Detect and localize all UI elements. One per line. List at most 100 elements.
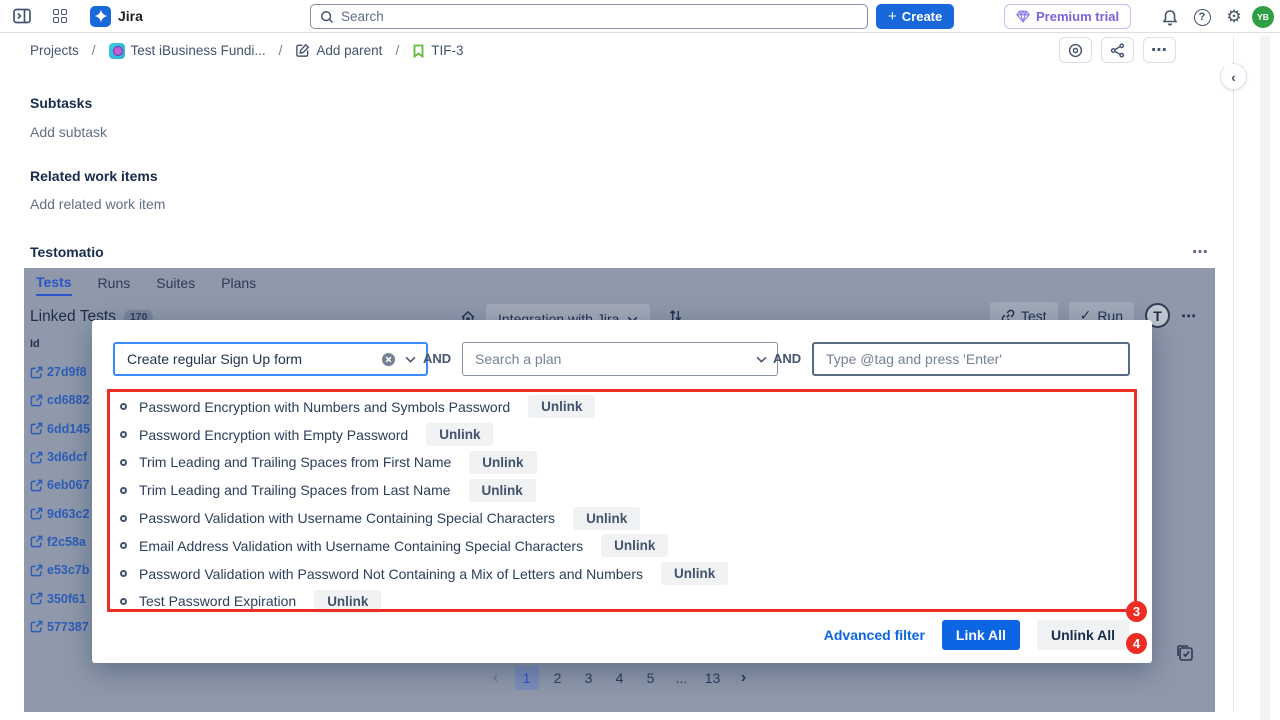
project-avatar-icon — [109, 43, 125, 59]
widget-more-icon[interactable]: ⋯ — [1181, 307, 1197, 325]
test-id-link[interactable]: 6eb067 — [47, 478, 89, 492]
tab-runs[interactable]: Runs — [98, 275, 131, 295]
test-id-link[interactable]: e53c7b — [47, 563, 89, 577]
test-bullet-icon — [120, 487, 127, 494]
more-actions-icon[interactable]: ⋯ — [1143, 37, 1176, 63]
unlink-button[interactable]: Unlink — [573, 507, 640, 530]
external-link-icon — [30, 394, 43, 407]
add-related-link[interactable]: Add related work item — [30, 196, 165, 212]
jira-app-window: Jira Search + Create Premium trial — [0, 0, 1280, 720]
expand-panel-chevron-icon[interactable]: ‹ — [1221, 64, 1246, 89]
pagination-next-icon[interactable]: › — [732, 666, 756, 690]
multi-select-icon[interactable] — [1176, 644, 1194, 667]
page-scrollbar[interactable] — [1260, 36, 1270, 720]
test-id-link[interactable]: 350f61 — [47, 592, 86, 606]
create-button[interactable]: + Create — [876, 4, 954, 29]
test-bullet-icon — [120, 431, 127, 438]
linked-test-list: Password Encryption with Numbers and Sym… — [120, 393, 1120, 615]
breadcrumb: Projects / Test iBusiness Fundi... / Add… — [0, 34, 1232, 67]
unlink-button[interactable]: Unlink — [528, 395, 595, 418]
chevron-down-icon[interactable] — [756, 356, 767, 363]
user-avatar[interactable]: YB — [1252, 6, 1274, 28]
advanced-filter-link[interactable]: Advanced filter — [824, 627, 925, 643]
test-id-link[interactable]: cd6882 — [47, 393, 89, 407]
breadcrumb-projects[interactable]: Projects — [30, 43, 79, 58]
unlink-button[interactable]: Unlink — [601, 534, 668, 557]
pagination-page-3[interactable]: 3 — [577, 666, 601, 690]
jira-brand[interactable]: Jira — [90, 6, 143, 27]
testomatio-more-icon[interactable]: ⋯ — [1192, 242, 1209, 262]
test-id-row[interactable]: 27d9f8 — [30, 358, 94, 386]
settings-gear-icon[interactable]: ⚙ — [1220, 4, 1248, 30]
test-id-link[interactable]: 9d63c2 — [47, 507, 89, 521]
unlink-button[interactable]: Unlink — [314, 590, 381, 613]
tab-plans[interactable]: Plans — [221, 275, 256, 295]
plan-filter-placeholder: Search a plan — [475, 351, 756, 367]
test-name: Trim Leading and Trailing Spaces from La… — [139, 482, 451, 498]
help-icon[interactable]: ? — [1188, 4, 1216, 30]
notifications-bell-icon[interactable] — [1156, 4, 1184, 30]
test-id-row[interactable]: cd6882 — [30, 386, 94, 414]
chevron-down-icon[interactable] — [405, 356, 416, 363]
pagination-page-2[interactable]: 2 — [546, 666, 570, 690]
unlink-button[interactable]: Unlink — [661, 562, 728, 585]
suite-filter-select[interactable]: Create regular Sign Up form — [113, 342, 428, 376]
share-icon[interactable] — [1101, 37, 1134, 63]
test-id-link[interactable]: 3d6dcf — [47, 450, 87, 464]
pagination-page-...[interactable]: ... — [670, 666, 694, 690]
test-bullet-icon — [120, 570, 127, 577]
tag-filter-input[interactable] — [812, 342, 1130, 376]
test-name: Password Validation with Password Not Co… — [139, 566, 643, 582]
test-name: Trim Leading and Trailing Spaces from Fi… — [139, 454, 451, 470]
pagination-page-4[interactable]: 4 — [608, 666, 632, 690]
external-link-icon — [30, 564, 43, 577]
test-id-row[interactable]: 577387 — [30, 613, 94, 641]
plan-filter-select[interactable]: Search a plan — [462, 342, 778, 376]
sidebar-toggle-icon[interactable] — [8, 3, 36, 29]
external-link-icon — [30, 366, 43, 379]
breadcrumb-issue-key[interactable]: TIF-3 — [431, 43, 463, 58]
add-subtask-link[interactable]: Add subtask — [30, 124, 107, 140]
external-link-icon — [30, 422, 43, 435]
app-switcher-icon[interactable] — [46, 3, 74, 29]
premium-trial-button[interactable]: Premium trial — [1004, 4, 1131, 29]
linked-test-row: Email Address Validation with Username C… — [120, 532, 1120, 560]
test-id-row[interactable]: 6eb067 — [30, 471, 94, 499]
test-id-row[interactable]: 3d6dcf — [30, 443, 94, 471]
test-id-link[interactable]: f2c58a — [47, 535, 86, 549]
test-id-row[interactable]: f2c58a — [30, 528, 94, 556]
unlink-button[interactable]: Unlink — [469, 479, 536, 502]
watch-eye-icon[interactable] — [1059, 37, 1092, 63]
brand-name: Jira — [118, 8, 143, 24]
pagination-page-13[interactable]: 13 — [701, 666, 725, 690]
test-id-link[interactable]: 6dd145 — [47, 422, 90, 436]
test-id-link[interactable]: 577387 — [47, 620, 89, 634]
pagination-page-1[interactable]: 1 — [515, 666, 539, 690]
unlink-all-button[interactable]: Unlink All — [1037, 620, 1129, 650]
test-bullet-icon — [120, 515, 127, 522]
external-link-icon — [30, 451, 43, 464]
linked-test-row: Password Validation with Password Not Co… — [120, 560, 1120, 588]
test-id-row[interactable]: 9d63c2 — [30, 499, 94, 527]
clear-icon[interactable] — [381, 352, 396, 367]
test-id-link[interactable]: 27d9f8 — [47, 365, 87, 379]
test-name: Password Encryption with Empty Password — [139, 427, 408, 443]
pagination-prev-icon[interactable]: ‹ — [484, 666, 508, 690]
unlink-button[interactable]: Unlink — [426, 423, 493, 446]
pagination-page-5[interactable]: 5 — [639, 666, 663, 690]
tab-suites[interactable]: Suites — [156, 275, 195, 295]
breadcrumb-project[interactable]: Test iBusiness Fundi... — [131, 43, 266, 58]
link-all-button[interactable]: Link All — [942, 620, 1020, 650]
breadcrumb-add-parent[interactable]: Add parent — [316, 43, 382, 58]
test-id-row[interactable]: 6dd145 — [30, 415, 94, 443]
test-id-list: 27d9f8 cd6882 6dd145 3d6dcf 6eb067 9d63c2 f2c5… — [30, 358, 94, 641]
test-id-row[interactable]: 350f61 — [30, 584, 94, 612]
test-name: Password Encryption with Numbers and Sym… — [139, 399, 510, 415]
global-search-input[interactable]: Search — [310, 4, 868, 29]
test-id-row[interactable]: e53c7b — [30, 556, 94, 584]
external-link-icon — [30, 507, 43, 520]
unlink-button[interactable]: Unlink — [469, 451, 536, 474]
test-name: Test Password Expiration — [139, 593, 296, 609]
jira-logo-icon — [90, 6, 111, 27]
tab-tests[interactable]: Tests — [36, 274, 72, 296]
